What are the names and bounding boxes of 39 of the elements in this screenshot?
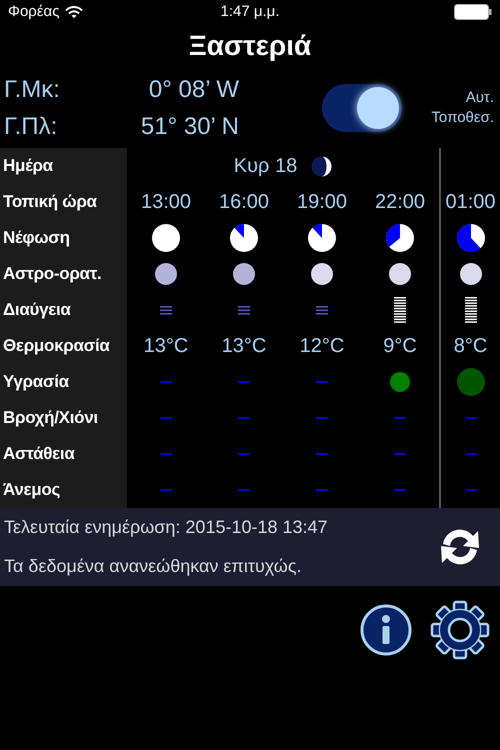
auto-location-toggle[interactable]	[322, 84, 402, 132]
row-label: Διαύγεια	[3, 299, 71, 322]
temperature-text: 12°C	[300, 334, 344, 359]
row-label: Θερμοκρασία	[3, 335, 110, 358]
status-message: Τα δεδομένα ανανεώθηκαν επιτυχώς.	[4, 555, 302, 578]
row-label: Άνεμος	[3, 479, 60, 502]
time-text: 22:00	[374, 190, 426, 215]
temperature-text: 9°C	[383, 334, 417, 359]
time-text: 13:00	[140, 190, 192, 215]
time-text: 19:00	[296, 190, 348, 215]
app-title: Ξαστεριά	[188, 29, 312, 63]
row-label: Αστάθεια	[3, 443, 75, 466]
row-label: Υγρασία	[3, 371, 69, 394]
temperature-text: 13°C	[144, 334, 188, 359]
day-text: Κυρ 18	[234, 154, 298, 179]
battery-icon	[454, 4, 492, 20]
temperature-text: 8°C	[454, 334, 488, 359]
moon-icon	[311, 156, 332, 176]
coordinate-value: 0° 08’ W	[148, 74, 239, 104]
coordinate-value: 51° 30’ N	[140, 112, 239, 142]
row-label: Ημέρα	[3, 155, 53, 178]
row-label: Νέφωση	[3, 227, 70, 250]
auto-location-label: Αυτ. Τοποθεσ.	[430, 88, 494, 128]
settings-icon	[430, 600, 490, 660]
row-label: Αστρο-ορατ.	[3, 263, 102, 286]
clock-text: 1:47 μ.μ.	[220, 2, 280, 22]
carrier-text: Φορέας	[8, 2, 60, 22]
time-text: 01:00	[445, 190, 496, 215]
settings-button[interactable]	[430, 600, 490, 660]
wifi-icon	[65, 6, 84, 18]
coordinate-label: Γ.Μκ:	[4, 74, 61, 104]
row-label: Βροχή/Χιόνι	[3, 407, 98, 430]
info-button[interactable]	[360, 604, 412, 656]
row-label: Τοπική ώρα	[3, 191, 97, 214]
last-update-text: Τελευταία ενημέρωση: 2015-10-18 13:47	[4, 516, 329, 539]
coordinate-label: Γ.Πλ:	[4, 112, 58, 142]
info-icon	[360, 604, 412, 656]
time-text: 16:00	[218, 190, 270, 215]
temperature-text: 13°C	[222, 334, 266, 359]
